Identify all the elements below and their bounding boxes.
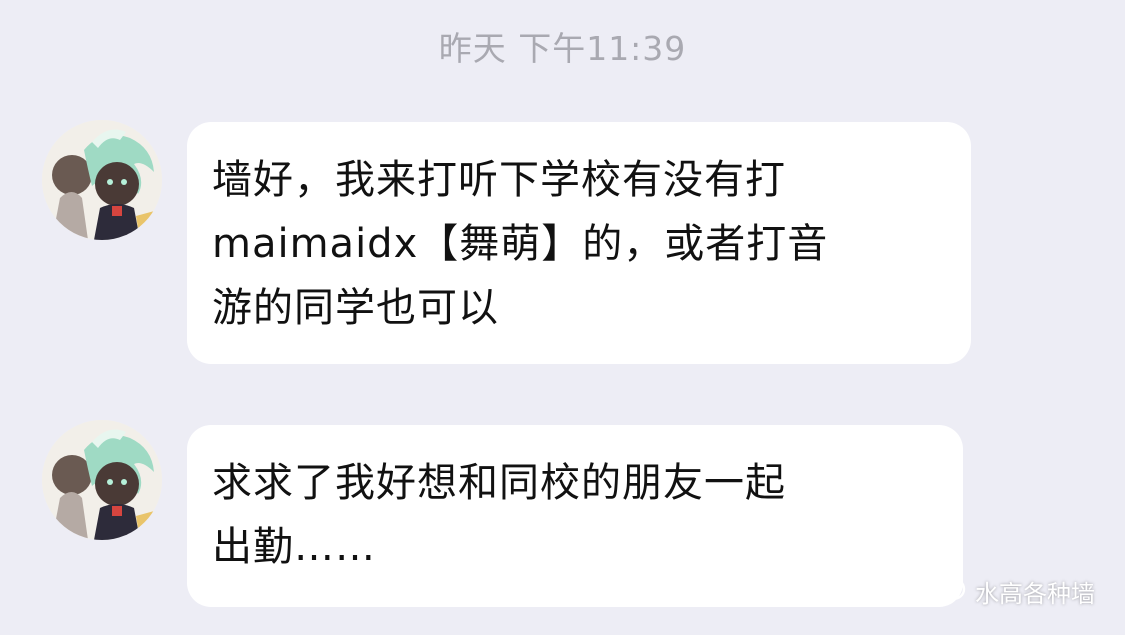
chat-message-text: 墙好，我来打听下学校有没有打 maimaidx【舞萌】的，或者打音 游的同学也可…: [212, 157, 829, 331]
avatar-anime-character-icon: [42, 120, 162, 240]
watermark: 水高各种墙: [937, 574, 1095, 609]
chat-message-bubble[interactable]: 求求了我好想和同校的朋友一起 出勤……: [187, 425, 963, 607]
message-timestamp: 昨天 下午11:39: [438, 29, 687, 68]
watermark-label: 水高各种墙: [975, 580, 1095, 608]
avatar-anime-character-icon: [42, 420, 162, 540]
chat-message-text: 求求了我好想和同校的朋友一起 出勤……: [212, 460, 786, 570]
wechat-channel-icon: [941, 577, 966, 607]
sender-avatar[interactable]: [42, 120, 162, 240]
chat-message-bubble[interactable]: 墙好，我来打听下学校有没有打 maimaidx【舞萌】的，或者打音 游的同学也可…: [187, 122, 971, 364]
sender-avatar[interactable]: [42, 420, 162, 540]
